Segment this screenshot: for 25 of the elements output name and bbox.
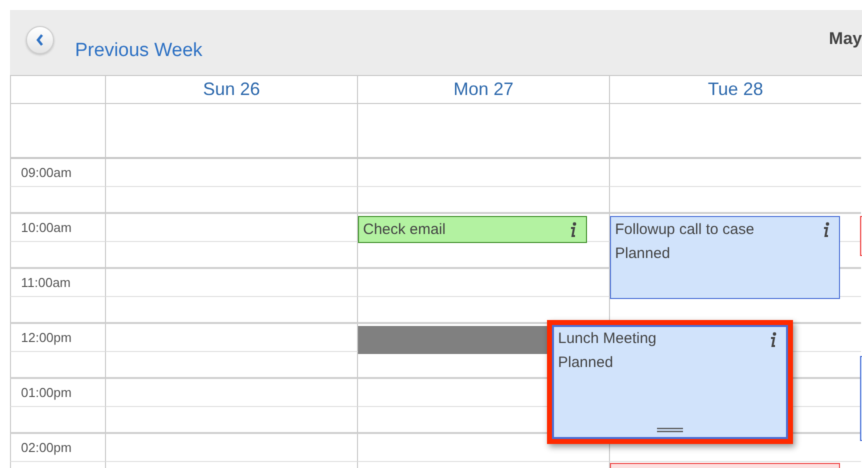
info-icon[interactable] <box>568 222 578 238</box>
dragged-event[interactable]: Lunch Meeting Planned <box>547 320 793 444</box>
back-button[interactable] <box>26 26 54 54</box>
time-label: 01:00pm <box>10 379 105 406</box>
resize-handle-icon[interactable] <box>657 427 683 433</box>
time-label: 10:00am <box>10 214 105 242</box>
event-title: Check email <box>363 220 446 240</box>
time-label: 11:00am <box>10 269 105 296</box>
time-label: 02:00pm <box>10 434 105 462</box>
event-status: Planned <box>615 244 670 264</box>
month-label: May <box>828 29 862 49</box>
day-header: Tue 28 <box>609 76 861 104</box>
day-header: Sun 26 <box>105 76 357 104</box>
day-header: Mon 27 <box>357 76 609 104</box>
chevron-left-icon <box>35 33 45 47</box>
event-block[interactable]: Check email <box>358 216 587 243</box>
time-label: 12:00pm <box>10 324 105 352</box>
info-icon[interactable] <box>768 332 778 348</box>
previous-week-link[interactable]: Previous Week <box>75 40 202 62</box>
time-label: 09:00am <box>10 159 105 186</box>
event-title: Followup call to case <box>615 220 754 240</box>
event-block[interactable]: Followup call to case Planned <box>610 216 840 299</box>
event-title: Lunch Meeting <box>558 329 656 349</box>
event-status: Planned <box>558 353 614 373</box>
info-icon[interactable] <box>821 222 831 238</box>
